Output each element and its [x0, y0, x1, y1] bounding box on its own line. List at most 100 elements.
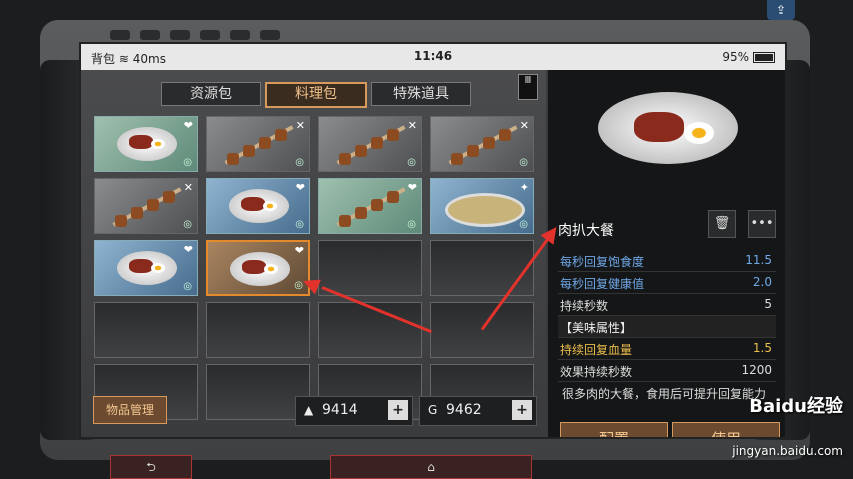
- skewer-meat: [147, 199, 159, 211]
- quality-tag-icon: ✦: [519, 181, 529, 194]
- battery-percent: 95%: [722, 50, 749, 64]
- materials-amount: 9414: [322, 402, 358, 418]
- skewer-meat: [387, 191, 399, 203]
- swap-icon: ◎: [183, 157, 192, 168]
- empty-slot[interactable]: [318, 302, 422, 358]
- currency-gold: G 9462 +: [419, 396, 537, 426]
- steak-icon: [129, 259, 153, 273]
- home-button[interactable]: ⌂: [330, 455, 532, 479]
- egg-icon: [264, 264, 278, 274]
- skewer-meat: [387, 129, 399, 141]
- item-name: 肉扒大餐: [558, 223, 614, 239]
- tab-special-items[interactable]: 特殊道具: [371, 82, 471, 106]
- add-materials-button[interactable]: +: [388, 400, 408, 420]
- share-button[interactable]: ⇪: [767, 0, 795, 20]
- swap-icon: ◎: [407, 157, 416, 168]
- item-slot[interactable]: ❤ ◎: [94, 116, 198, 172]
- skewer-meat: [451, 153, 463, 165]
- stat-row: 每秒回复饱食度 11.5: [558, 250, 776, 272]
- materials-icon: ▲: [304, 403, 314, 417]
- quality-tag-icon: ✕: [295, 119, 305, 132]
- egg-icon: [151, 263, 165, 273]
- item-slot[interactable]: ❤ ◎: [206, 178, 310, 234]
- item-slot[interactable]: ✕ ◎: [318, 116, 422, 172]
- skewer-meat: [259, 137, 271, 149]
- empty-slot[interactable]: [206, 302, 310, 358]
- item-slot[interactable]: ❤ ◎: [206, 240, 310, 296]
- skewer-meat: [371, 199, 383, 211]
- skewer-meat: [163, 191, 175, 203]
- item-slot[interactable]: ✕ ◎: [94, 178, 198, 234]
- gold-amount: 9462: [446, 402, 482, 418]
- steak-icon: [241, 197, 265, 211]
- frame-rivets: [110, 30, 280, 40]
- config-button[interactable]: 配置: [560, 422, 668, 437]
- skewer-meat: [275, 129, 287, 141]
- delete-icon[interactable]: 🗑: [708, 210, 736, 238]
- currency-materials: ▲ 9414 +: [295, 396, 413, 426]
- swap-icon: ◎: [183, 281, 192, 292]
- tab-cooking-pack[interactable]: 料理包: [265, 82, 367, 108]
- item-image: [598, 92, 738, 164]
- item-stats: 每秒回复饱食度 11.5 每秒回复健康值 2.0 持续秒数 5 【美味属性】 持续回复…: [558, 250, 776, 426]
- swap-icon: ◎: [407, 219, 416, 230]
- empty-slot[interactable]: [318, 240, 422, 296]
- inventory-panel: 资源包 料理包 特殊道具 Ⅲ ❤ ◎ ✕ ◎ ✕ ◎ ✕ ◎ ✕ ◎ ❤ ◎ ❤ ◎ ✦ ◎ ❤ ◎ ❤ ◎ 物品管理…: [81, 70, 546, 437]
- back-button[interactable]: ⮌: [110, 455, 192, 479]
- quality-tag-icon: ✕: [183, 181, 193, 194]
- skewer-meat: [355, 145, 367, 157]
- item-slot[interactable]: ✕ ◎: [430, 116, 534, 172]
- swap-icon: ◎: [519, 157, 528, 168]
- watermark-brand: Baidu经验: [749, 396, 843, 417]
- quality-tag-icon: ❤: [294, 244, 304, 257]
- item-slot[interactable]: ✕ ◎: [206, 116, 310, 172]
- skewer-meat: [467, 145, 479, 157]
- empty-slot[interactable]: [430, 240, 534, 296]
- clock: 11:46: [413, 49, 453, 63]
- skewer-meat: [115, 215, 127, 227]
- quality-tag-icon: ❤: [183, 119, 193, 132]
- skewer-meat: [499, 129, 511, 141]
- use-button[interactable]: 使用: [672, 422, 780, 437]
- tab-resource-pack[interactable]: 资源包: [161, 82, 261, 106]
- stat-row: 持续回复血量 1.5: [558, 338, 776, 360]
- swap-icon: ◎: [519, 219, 528, 230]
- item-detail-panel: 肉扒大餐 🗑 ••• 每秒回复饱食度 11.5 每秒回复健康值 2.0 持续秒数 5 …: [548, 70, 785, 437]
- tab-bar: 资源包 料理包 特殊道具: [161, 82, 471, 108]
- item-grid: ❤ ◎ ✕ ◎ ✕ ◎ ✕ ◎ ✕ ◎ ❤ ◎ ❤ ◎ ✦ ◎ ❤ ◎ ❤ ◎: [94, 116, 534, 420]
- add-gold-button[interactable]: +: [512, 400, 532, 420]
- skewer-meat: [243, 145, 255, 157]
- status-bar: 背包 ≋ 40ms 11:46 95%: [81, 44, 785, 70]
- egg-icon: [151, 139, 165, 149]
- skewer-meat: [355, 207, 367, 219]
- skewer-meat: [131, 207, 143, 219]
- item-slot[interactable]: ❤ ◎: [94, 240, 198, 296]
- swap-icon: ◎: [295, 219, 304, 230]
- quality-tag-icon: ✕: [519, 119, 529, 132]
- skewer-meat: [483, 137, 495, 149]
- watermark-url: jingyan.baidu.com: [732, 444, 843, 458]
- egg-icon: [263, 201, 277, 211]
- stat-row: 效果持续秒数 1200: [558, 360, 776, 382]
- steak-icon: [242, 260, 266, 274]
- bookmark-icon[interactable]: Ⅲ: [518, 74, 538, 100]
- stat-row: 持续秒数 5: [558, 294, 776, 316]
- item-management-button[interactable]: 物品管理: [93, 396, 167, 424]
- more-icon[interactable]: •••: [748, 210, 776, 238]
- item-description: 很多肉的大餐，食用后可提升回复能力: [562, 387, 767, 401]
- stat-row: 每秒回复健康值 2.0: [558, 272, 776, 294]
- steak-icon: [129, 135, 153, 149]
- inventory-screen: 背包 ≋ 40ms 11:46 95% 资源包 料理包 特殊道具 Ⅲ ❤ ◎ ✕ ◎ ✕…: [79, 42, 787, 439]
- item-slot[interactable]: ✦ ◎: [430, 178, 534, 234]
- swap-icon: ◎: [295, 157, 304, 168]
- skewer-meat: [371, 137, 383, 149]
- quality-tag-icon: ❤: [295, 181, 305, 194]
- item-slot[interactable]: ❤ ◎: [318, 178, 422, 234]
- fish-dish-icon: [445, 193, 525, 227]
- skewer-meat: [339, 215, 351, 227]
- empty-slot[interactable]: [94, 302, 198, 358]
- skewer-meat: [227, 153, 239, 165]
- quality-tag-icon: ❤: [407, 181, 417, 194]
- gold-icon: G: [428, 403, 438, 417]
- stat-section-header: 【美味属性】: [558, 316, 776, 338]
